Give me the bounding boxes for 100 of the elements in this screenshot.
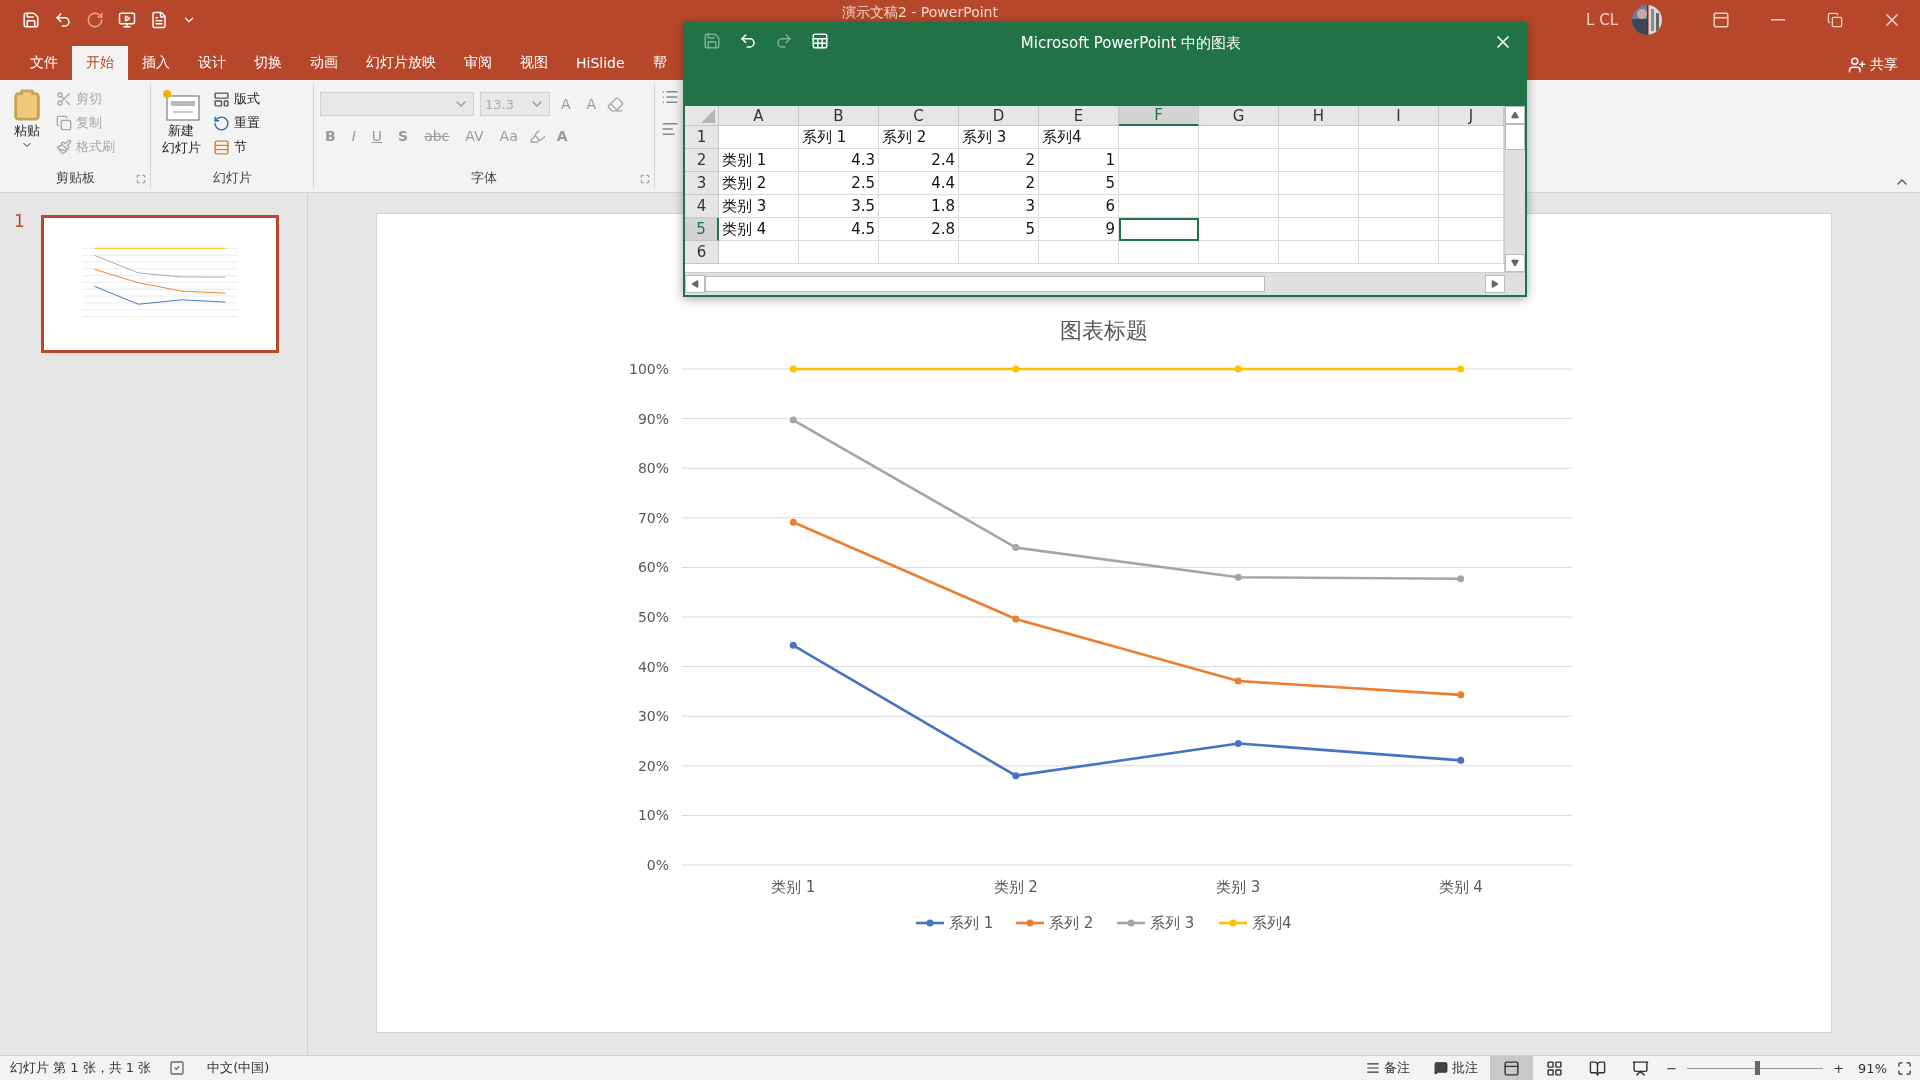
scrollbar-thumb[interactable] [1505, 124, 1525, 150]
table-cell[interactable] [1119, 172, 1199, 195]
table-cell[interactable]: 2.4 [879, 149, 959, 172]
slide-thumbnail[interactable] [40, 215, 279, 353]
highlight-button[interactable] [528, 127, 546, 145]
zoom-in-button[interactable]: + [1829, 1056, 1849, 1080]
spellcheck-button[interactable] [169, 1060, 186, 1076]
table-cell[interactable]: 5 [959, 218, 1039, 241]
table-cell[interactable]: 2 [959, 149, 1039, 172]
table-cell[interactable]: 1.8 [879, 195, 959, 218]
table-cell[interactable]: 3 [959, 195, 1039, 218]
column-header[interactable]: I [1359, 106, 1439, 126]
row-header[interactable]: 6 [685, 241, 719, 264]
ribbon-tab[interactable]: 动画 [296, 46, 352, 80]
table-cell[interactable]: 4.5 [799, 218, 879, 241]
slider-thumb[interactable] [1754, 1061, 1760, 1075]
reset-button[interactable]: 重置 [211, 112, 262, 134]
view-button[interactable] [1490, 1056, 1534, 1080]
table-cell[interactable]: 6 [1039, 195, 1119, 218]
table-cell[interactable] [719, 126, 799, 149]
table-cell[interactable] [1199, 195, 1279, 218]
row-header[interactable]: 2 [685, 149, 719, 172]
table-cell[interactable] [1199, 149, 1279, 172]
zoom-out-button[interactable]: − [1662, 1056, 1682, 1080]
table-cell[interactable] [1199, 218, 1279, 241]
scroll-down-button[interactable] [1505, 254, 1525, 272]
table-cell[interactable] [1359, 149, 1439, 172]
row-header[interactable]: 4 [685, 195, 719, 218]
table-cell[interactable] [1279, 195, 1359, 218]
column-header[interactable]: D [959, 106, 1039, 126]
table-cell[interactable]: 2.8 [879, 218, 959, 241]
table-cell[interactable] [1199, 172, 1279, 195]
table-cell[interactable] [1359, 195, 1439, 218]
scroll-right-button[interactable] [1485, 275, 1505, 293]
align-button[interactable] [661, 120, 679, 138]
table-cell[interactable]: 系列 3 [959, 126, 1039, 149]
table-cell[interactable]: 1 [1039, 149, 1119, 172]
table-cell[interactable] [1119, 149, 1199, 172]
table-cell[interactable]: 4.3 [799, 149, 879, 172]
scroll-up-button[interactable] [1505, 106, 1525, 124]
new-slide-button[interactable]: 新建 幻灯片 [157, 86, 205, 166]
column-header[interactable]: B [799, 106, 879, 126]
column-header[interactable]: G [1199, 106, 1279, 126]
scrollbar-thumb[interactable] [705, 276, 1265, 292]
fit-window-button[interactable] [1897, 1060, 1912, 1076]
dialog-launcher-button[interactable] [640, 174, 650, 184]
bullets-button[interactable] [661, 88, 679, 106]
row-header[interactable]: 3 [685, 172, 719, 195]
ribbon-tab[interactable]: 幻灯片放映 [352, 46, 450, 80]
table-cell[interactable] [1359, 172, 1439, 195]
table-cell[interactable] [879, 241, 959, 264]
ribbon-tab[interactable]: 开始 [72, 46, 128, 80]
table-cell[interactable] [1359, 241, 1439, 264]
table-cell[interactable] [1279, 126, 1359, 149]
layout-button[interactable]: 版式 [211, 88, 262, 110]
table-cell[interactable]: 5 [1039, 172, 1119, 195]
share-button[interactable]: 共享 [1848, 56, 1898, 74]
document-button[interactable] [150, 11, 168, 29]
table-cell[interactable]: 类别 1 [719, 149, 799, 172]
table-cell[interactable]: 4.4 [879, 172, 959, 195]
section-button[interactable]: 节 [211, 136, 262, 158]
table-cell[interactable] [959, 241, 1039, 264]
table-cell[interactable] [1359, 218, 1439, 241]
table-cell[interactable] [1279, 149, 1359, 172]
table-cell[interactable] [1039, 241, 1119, 264]
select-all-icon[interactable] [701, 109, 715, 123]
table-cell[interactable]: 类别 2 [719, 172, 799, 195]
table-cell[interactable]: 类别 4 [719, 218, 799, 241]
paste-button[interactable]: 粘贴 [6, 86, 48, 166]
column-header[interactable]: E [1039, 106, 1119, 126]
table-cell[interactable] [1199, 241, 1279, 264]
table-cell[interactable]: 系列4 [1039, 126, 1119, 149]
active-cell[interactable] [1119, 218, 1199, 241]
slideshow-button[interactable] [118, 11, 136, 29]
ribbon-tab[interactable]: 审阅 [450, 46, 506, 80]
table-cell[interactable] [1279, 172, 1359, 195]
table-cell[interactable] [1119, 241, 1199, 264]
column-header[interactable]: C [879, 106, 959, 126]
table-cell[interactable]: 系列 1 [799, 126, 879, 149]
table-cell[interactable] [1119, 195, 1199, 218]
dialog-launcher-button[interactable] [136, 174, 146, 184]
table-cell[interactable]: 2 [959, 172, 1039, 195]
column-header[interactable]: J [1439, 106, 1504, 126]
ribbon-tab[interactable]: 视图 [506, 46, 562, 80]
table-cell[interactable]: 2.5 [799, 172, 879, 195]
ribbon-tab[interactable]: 文件 [16, 46, 72, 80]
ribbon-tab[interactable]: 插入 [128, 46, 184, 80]
table-cell[interactable] [1119, 126, 1199, 149]
table-cell[interactable] [1279, 241, 1359, 264]
row-header[interactable]: 1 [685, 126, 719, 149]
notes-button[interactable]: 备注 [1354, 1056, 1423, 1080]
table-cell[interactable] [1279, 218, 1359, 241]
ribbon-tab[interactable]: 设计 [184, 46, 240, 80]
repeat-button[interactable] [86, 11, 104, 29]
table-cell[interactable] [799, 241, 879, 264]
table-cell[interactable]: 3.5 [799, 195, 879, 218]
comments-button[interactable]: 批注 [1422, 1056, 1491, 1080]
column-header[interactable]: H [1279, 106, 1359, 126]
undo-button[interactable] [739, 32, 757, 50]
ribbon-tab[interactable]: 切换 [240, 46, 296, 80]
